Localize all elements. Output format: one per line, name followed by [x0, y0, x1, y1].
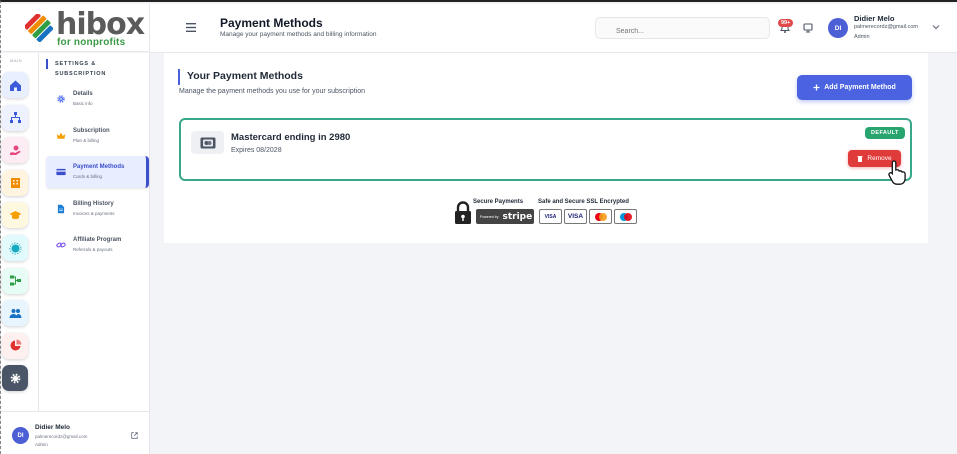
section-title: Your Payment Methods: [187, 70, 303, 82]
settings-item-subtitle: Invoices & payments: [73, 210, 115, 216]
settings-item-subtitle: Referrals & payouts: [73, 247, 113, 252]
external-link-icon[interactable]: [131, 432, 138, 439]
settings-panel: SETTINGS & SUBSCRIPTION Details Basic in…: [39, 53, 150, 411]
secure-payments-label: Secure Payments: [473, 199, 524, 205]
rail-label: MAIN: [10, 58, 22, 63]
monitor-icon[interactable]: [803, 23, 813, 33]
maestro-icon: [619, 212, 632, 221]
search-input[interactable]: [595, 17, 770, 39]
bubble-icon: [9, 242, 21, 254]
main-nav-rail: MAIN: [1, 53, 39, 411]
add-payment-method-label: Add Payment Method: [824, 84, 896, 91]
section-subtitle: Manage the payment methods you use for y…: [179, 88, 365, 95]
payment-method-item[interactable]: Mastercard ending in 2980 Expires 08/202…: [179, 118, 912, 185]
brand-name: hibox: [56, 7, 145, 42]
pie-chart-icon: [10, 339, 21, 351]
settings-panel-title: SETTINGS & SUBSCRIPTION: [46, 59, 149, 77]
building-icon: [10, 178, 20, 189]
visa-logo: VISA: [564, 209, 587, 224]
brand-subtitle: for nonprofits: [57, 37, 126, 48]
gear-icon: [10, 373, 20, 384]
settings-item-subtitle: Plan & billing: [73, 137, 100, 143]
user-email: palmerecordz@gmail.com: [854, 24, 918, 30]
powered-by-label: Powered by: [480, 214, 499, 219]
mastercard-logo: [589, 209, 612, 224]
settings-item-affiliate-program[interactable]: Affiliate Program Referrals & payouts: [46, 229, 149, 261]
settings-item-title: Payment Methods: [73, 164, 125, 170]
settings-item-subscription[interactable]: Subscription Plan & billing: [46, 120, 149, 152]
section-accent-bar: [178, 69, 180, 85]
avatar[interactable]: DI: [828, 18, 848, 38]
rail-item-education[interactable]: [2, 202, 28, 229]
crown-icon: [56, 132, 66, 139]
lock-icon: [455, 201, 471, 224]
trash-icon: [857, 156, 863, 162]
add-payment-method-button[interactable]: Add Payment Method: [797, 75, 912, 100]
sitemap-icon: [9, 112, 21, 124]
document-icon: [57, 204, 65, 213]
app-frame: hibox for nonprofits MAIN SETTINGS & SUB…: [0, 0, 957, 454]
settings-item-title: Subscription: [73, 127, 110, 134]
credit-card-icon: [56, 168, 66, 176]
settings-item-title: Affiliate Program: [73, 237, 122, 243]
top-header: Payment Methods Manage your payment meth…: [150, 4, 957, 53]
users-icon: [9, 308, 21, 318]
payment-methods-card: Your Payment Methods Manage the payment …: [164, 53, 928, 243]
secure-payments-badge: Secure Payments Powered by stripe Safe a…: [454, 197, 639, 227]
rail-item-org[interactable]: [2, 104, 28, 131]
rail-item-flows[interactable]: [2, 267, 28, 294]
rail-item-library[interactable]: [2, 169, 28, 196]
page-title: Payment Methods: [220, 16, 323, 30]
settings-item-payment-methods[interactable]: Payment Methods Cards & billing: [46, 156, 149, 188]
hibox-logo-icon: [25, 14, 53, 42]
home-icon: [9, 80, 21, 91]
ssl-encrypted-label: Safe and Secure SSL Encrypted: [538, 199, 629, 205]
powered-by-stripe-logo: Powered by stripe: [476, 209, 534, 224]
menu-icon[interactable]: [186, 23, 196, 32]
user-email: palmerecordz@gmail.com: [35, 434, 88, 439]
user-name: Didier Melo: [35, 424, 71, 431]
rail-item-reports[interactable]: [2, 332, 28, 359]
payment-method-title: Mastercard ending in 2980: [231, 132, 351, 143]
visa-logo: VISA: [539, 209, 562, 224]
gear-icon: [57, 95, 65, 103]
rail-item-bubbles[interactable]: [2, 235, 28, 261]
avatar: DI: [12, 427, 29, 444]
stripe-wordmark: stripe: [502, 211, 533, 222]
settings-item-title: Billing History: [73, 200, 114, 207]
settings-item-subtitle: Basic info: [73, 101, 93, 106]
graduation-cap-icon: [9, 210, 21, 220]
user-role: Admin: [35, 442, 48, 447]
maestro-logo: [614, 209, 637, 224]
default-badge: DEFAULT: [865, 127, 905, 139]
rail-item-people[interactable]: [2, 300, 28, 327]
settings-item-subtitle: Cards & billing: [73, 174, 103, 179]
mastercard-icon: [594, 212, 607, 221]
rail-item-donations[interactable]: [2, 137, 28, 164]
user-name[interactable]: Didier Melo: [854, 14, 894, 23]
link-icon: [56, 242, 66, 248]
user-role: Admin: [854, 34, 870, 40]
brand-logo[interactable]: hibox for nonprofits: [1, 4, 150, 52]
flow-icon: [9, 275, 21, 286]
credit-card-icon: [200, 137, 215, 148]
hand-holding-icon: [9, 145, 20, 155]
rail-item-home[interactable]: [2, 72, 28, 98]
hand-pointer-icon: [888, 160, 906, 185]
payment-method-expiry: Expires 08/2028: [231, 147, 282, 154]
notification-badge: 99+: [778, 19, 794, 27]
plus-icon: [813, 84, 820, 91]
visa-logo-label: VISA: [544, 213, 557, 220]
visa-logo-label: VISA: [567, 213, 584, 220]
settings-item-details[interactable]: Details Basic info: [46, 83, 149, 115]
page-subtitle: Manage your payment methods and billing …: [220, 31, 377, 38]
rail-item-settings[interactable]: [2, 365, 28, 392]
settings-item-billing-history[interactable]: Billing History Invoices & payments: [46, 193, 149, 225]
sidebar-user-card[interactable]: DI Didier Melo palmerecordz@gmail.com Ad…: [1, 411, 150, 454]
chevron-down-icon[interactable]: [932, 24, 940, 30]
settings-item-title: Details: [73, 91, 93, 97]
card-brand-box: [191, 131, 224, 154]
